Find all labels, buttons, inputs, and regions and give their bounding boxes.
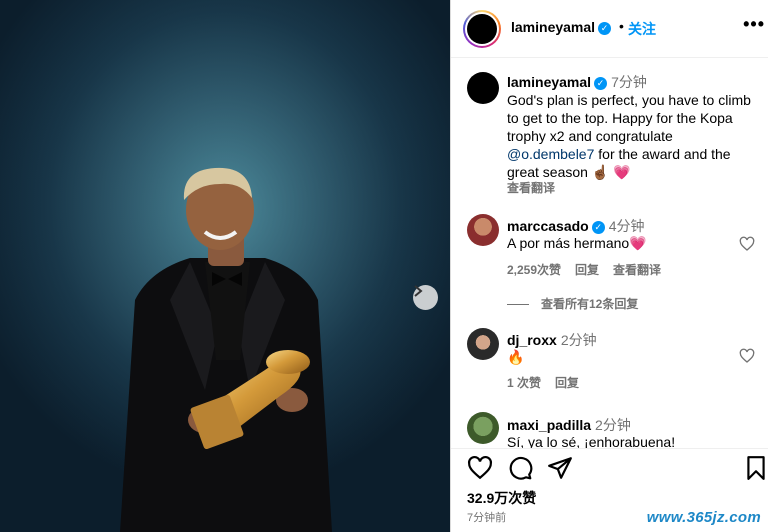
comment-likes[interactable]: 1 次赞 bbox=[507, 376, 541, 390]
send-icon[interactable] bbox=[547, 455, 573, 481]
caption-username[interactable]: lamineyamal ✓ 7分钟 bbox=[507, 72, 647, 92]
chevron-right-icon bbox=[414, 285, 423, 297]
comment-avatar[interactable] bbox=[467, 328, 499, 360]
post-photo bbox=[0, 0, 450, 532]
like-count[interactable]: 32.9万次赞 bbox=[467, 488, 536, 508]
comment-likes[interactable]: 2,259次赞 bbox=[507, 263, 561, 277]
comment-text: 🔥 bbox=[507, 349, 525, 365]
heart-icon[interactable] bbox=[467, 455, 493, 481]
comment-username[interactable]: maxi_padilla 2分钟 bbox=[507, 415, 631, 435]
comment-time: 2分钟 bbox=[595, 417, 631, 433]
comment-text: A por más hermano💗 bbox=[507, 235, 647, 251]
post-actions: 32.9万次赞 7分钟前 www.365jz.com bbox=[451, 448, 768, 532]
bookmark-icon[interactable] bbox=[745, 455, 767, 481]
reply-button[interactable]: 回复 bbox=[555, 376, 579, 390]
more-horizontal-icon[interactable]: ••• bbox=[743, 14, 765, 35]
verified-badge-icon: ✓ bbox=[598, 21, 612, 35]
comment-meta: 1 次赞 回复 bbox=[507, 374, 593, 391]
comment-icon[interactable] bbox=[507, 455, 533, 481]
heart-icon[interactable] bbox=[739, 348, 755, 364]
reply-button[interactable]: 回复 bbox=[575, 263, 599, 277]
watermark: www.365jz.com bbox=[646, 509, 761, 526]
post-header: lamineyamal ✓ • 关注 ••• bbox=[451, 0, 768, 58]
comment-time: 2分钟 bbox=[560, 332, 597, 348]
posted-time: 7分钟前 bbox=[467, 512, 507, 524]
caption-translate[interactable]: 查看翻译 bbox=[507, 179, 569, 196]
comment-meta: 2,259次赞 回复 查看翻译 bbox=[507, 261, 675, 278]
caption-text: God's plan is perfect, you have to climb… bbox=[507, 92, 751, 180]
comments-section[interactable]: lamineyamal ✓ 7分钟 God's plan is perfect, y… bbox=[451, 58, 768, 448]
verified-badge-icon: ✓ bbox=[591, 220, 605, 234]
photo-illustration bbox=[0, 0, 450, 532]
comment-time: 4分钟 bbox=[608, 218, 645, 234]
caption-time: 7分钟 bbox=[611, 74, 647, 90]
heart-icon[interactable] bbox=[739, 236, 755, 252]
comment-text: Sí, ya lo sé, ¡enhorabuena! bbox=[507, 434, 676, 448]
comment-username[interactable]: dj_roxx 2分钟 bbox=[507, 330, 597, 350]
separator-dot: • bbox=[619, 18, 624, 34]
comment-avatar[interactable] bbox=[467, 412, 499, 444]
comment-username[interactable]: marccasado ✓ 4分钟 bbox=[507, 216, 645, 236]
translate-button[interactable]: 查看翻译 bbox=[613, 263, 661, 277]
next-photo-button[interactable] bbox=[413, 285, 438, 310]
mention-link[interactable]: @o.dembele7 bbox=[507, 146, 594, 162]
post-sidebar: lamineyamal ✓ • 关注 ••• lamineyamal ✓ 7分钟 Go… bbox=[450, 0, 768, 532]
author-username[interactable]: lamineyamal ✓ bbox=[511, 19, 612, 35]
caption-emoji: ☝🏾 💗 bbox=[591, 164, 631, 180]
caption-avatar[interactable] bbox=[467, 72, 499, 104]
view-replies-button[interactable]: 查看所有12条回复 bbox=[507, 295, 638, 312]
author-avatar[interactable] bbox=[463, 10, 501, 48]
follow-button[interactable]: 关注 bbox=[628, 19, 656, 39]
verified-badge-icon: ✓ bbox=[594, 76, 608, 90]
comment-avatar[interactable] bbox=[467, 214, 499, 246]
